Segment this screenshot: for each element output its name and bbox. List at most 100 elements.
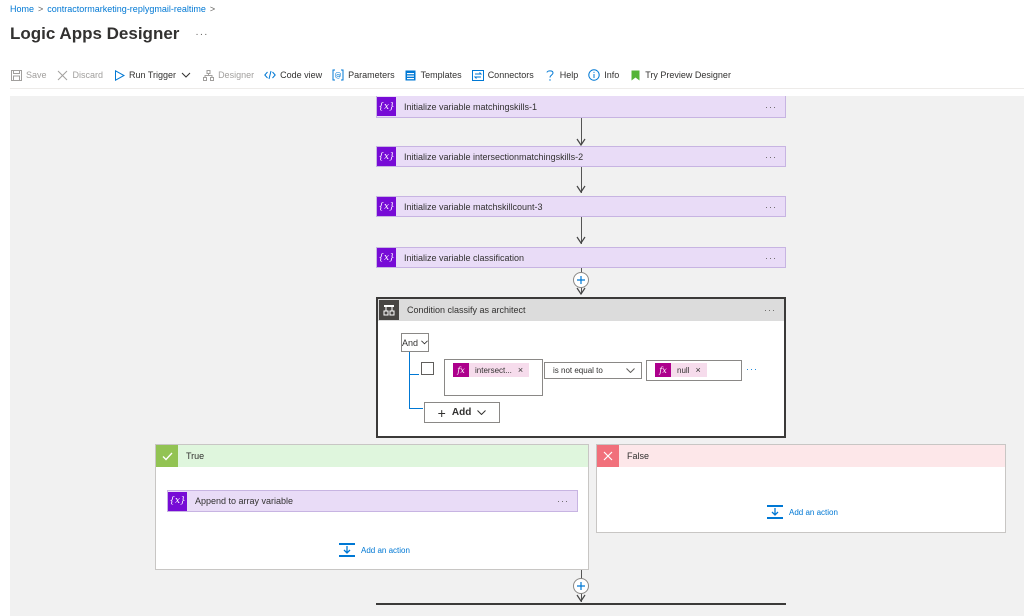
arrow-down-icon	[576, 594, 586, 603]
step-card-3[interactable]: {x} Initialize variable matchskillcount-…	[376, 196, 786, 217]
connectors-label: Connectors	[487, 70, 534, 80]
variable-icon: {x}	[168, 491, 187, 511]
condition-card[interactable]: Condition classify as architect ··· And …	[376, 297, 786, 438]
add-action-button[interactable]: Add an action	[767, 505, 838, 519]
arrow-down-icon	[576, 236, 586, 245]
operator-select[interactable]: is not equal to	[544, 362, 642, 379]
step-card-4[interactable]: {x} Initialize variable classification ·…	[376, 247, 786, 268]
add-action-label: Add an action	[361, 545, 410, 555]
insert-step-button[interactable]	[573, 578, 589, 594]
chevron-down-icon	[626, 368, 635, 373]
tree-connector	[409, 352, 410, 408]
more-options-icon[interactable]: ···	[765, 102, 777, 112]
remove-token-icon[interactable]: ×	[695, 365, 700, 375]
variable-icon: {x}	[377, 197, 396, 216]
try-preview-designer-button[interactable]: Try Preview Designer	[629, 69, 731, 81]
tree-connector	[409, 408, 423, 409]
variable-icon: {x}	[377, 147, 396, 166]
code-icon	[264, 69, 276, 81]
breadcrumb-resource[interactable]: contractormarketing-replygmail-realtime	[47, 4, 206, 14]
step-title: Initialize variable matchskillcount-3	[404, 201, 543, 212]
designer-button[interactable]: Designer	[202, 69, 254, 81]
designer-canvas[interactable]: {x} Initialize variable matchingskills-1…	[10, 96, 1024, 616]
designer-label: Designer	[218, 70, 255, 80]
designer-icon	[202, 69, 214, 81]
left-value-field[interactable]: fx intersect... ×	[444, 359, 543, 396]
discard-label: Discard	[72, 70, 104, 80]
true-branch-header: True	[156, 445, 588, 467]
run-trigger-label: Run Trigger	[129, 70, 177, 80]
expression-token[interactable]: fx intersect... ×	[453, 363, 530, 377]
more-options-icon[interactable]: ···	[765, 202, 777, 212]
save-icon	[10, 69, 22, 81]
tree-connector	[409, 374, 419, 375]
more-options-icon[interactable]: ···	[765, 152, 777, 162]
more-options-icon[interactable]: ···	[765, 253, 777, 263]
breadcrumb-home[interactable]: Home	[10, 4, 34, 14]
parameters-button[interactable]: @ Parameters	[332, 69, 395, 81]
close-icon	[597, 445, 619, 467]
more-options-icon[interactable]: ···	[195, 29, 208, 40]
step-title: Append to array variable	[195, 496, 294, 506]
templates-button[interactable]: Templates	[405, 69, 462, 81]
save-button[interactable]: Save	[10, 69, 47, 81]
templates-label: Templates	[420, 70, 462, 80]
add-condition-button[interactable]: + Add	[424, 402, 500, 423]
false-branch[interactable]: False Add an action	[596, 444, 1006, 533]
condition-icon	[379, 300, 399, 320]
add-action-button[interactable]: Add an action	[339, 543, 410, 557]
info-icon	[588, 69, 600, 81]
connectors-icon	[471, 69, 484, 81]
code-view-button[interactable]: Code view	[264, 69, 322, 81]
toolbar: Save Discard Run Trigger Designer Code v…	[10, 68, 741, 82]
group-operator-select[interactable]: And	[401, 333, 429, 352]
condition-header[interactable]: Condition classify as architect ···	[378, 299, 784, 321]
more-options-icon[interactable]: ···	[764, 305, 776, 315]
play-icon	[113, 69, 125, 81]
chevron-down-icon	[421, 340, 428, 345]
step-title: Initialize variable intersectionmatching…	[404, 151, 584, 162]
arrow-down-icon	[576, 185, 586, 194]
add-action-icon	[767, 505, 783, 519]
right-value-field[interactable]: fx null ×	[646, 360, 742, 381]
true-branch[interactable]: True {x} Append to array variable ··· Ad…	[155, 444, 589, 570]
append-array-step[interactable]: {x} Append to array variable ···	[167, 490, 578, 512]
run-trigger-button[interactable]: Run Trigger	[113, 69, 192, 81]
expression-token[interactable]: fx null ×	[655, 363, 707, 377]
help-button[interactable]: Help	[544, 69, 578, 81]
expression-icon: fx	[453, 363, 469, 377]
step-card-1[interactable]: {x} Initialize variable matchingskills-1…	[376, 96, 786, 118]
page-title-row: Logic Apps Designer ···	[10, 24, 208, 44]
condition-title: Condition classify as architect	[407, 305, 526, 315]
expression-icon: fx	[655, 363, 671, 377]
row-more-options-icon[interactable]: ···	[746, 364, 758, 374]
discard-button[interactable]: Discard	[57, 69, 104, 81]
step-card-2[interactable]: {x} Initialize variable intersectionmatc…	[376, 146, 786, 167]
false-branch-label: False	[627, 451, 650, 461]
close-icon	[57, 69, 69, 81]
toolbar-divider	[10, 88, 1024, 89]
breadcrumb-separator: >	[209, 4, 216, 14]
add-action-label: Add an action	[789, 507, 838, 517]
code-view-label: Code view	[280, 70, 323, 80]
token-label: intersect...	[475, 365, 512, 375]
info-label: Info	[604, 70, 620, 80]
connectors-button[interactable]: Connectors	[471, 69, 534, 81]
page-title: Logic Apps Designer	[10, 24, 180, 43]
plus-icon	[577, 582, 585, 590]
breadcrumb-separator: >	[38, 4, 44, 14]
operator-value: is not equal to	[553, 366, 603, 375]
check-icon	[156, 445, 178, 467]
false-branch-header: False	[597, 445, 1005, 467]
help-icon	[544, 69, 556, 81]
remove-token-icon[interactable]: ×	[518, 365, 523, 375]
try-preview-label: Try Preview Designer	[645, 70, 731, 80]
chevron-down-icon	[180, 69, 192, 81]
row-checkbox[interactable]	[421, 362, 434, 375]
chevron-down-icon	[477, 410, 487, 415]
add-label: Add	[451, 407, 472, 418]
info-button[interactable]: Info	[588, 69, 619, 81]
more-options-icon[interactable]: ···	[557, 496, 569, 506]
arrow-down-icon	[576, 287, 586, 296]
parameters-icon: @	[332, 69, 344, 81]
